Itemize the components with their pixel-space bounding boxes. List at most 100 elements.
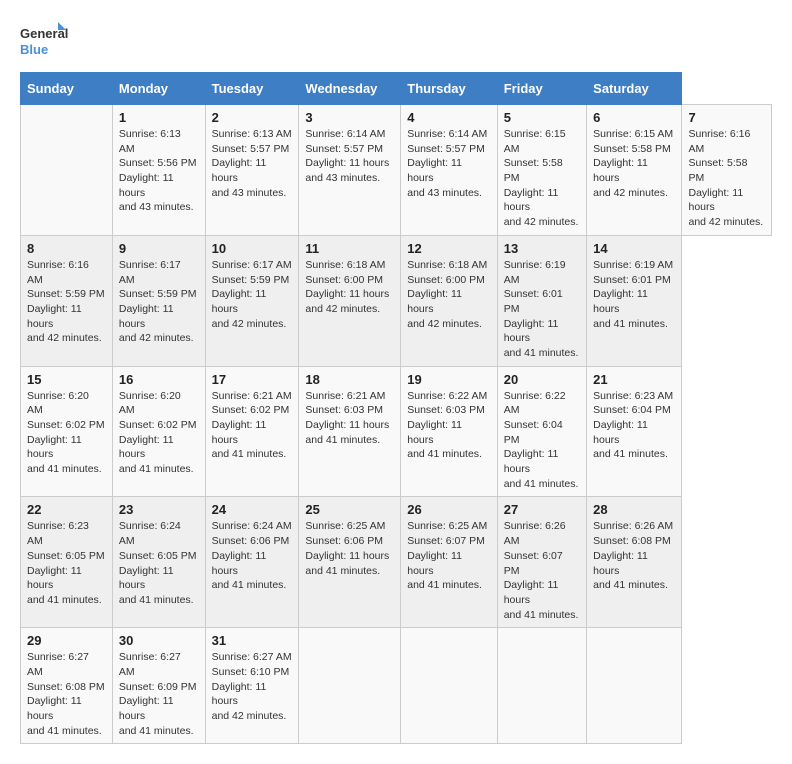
day-cell-26: 26 Sunrise: 6:25 AM Sunset: 6:07 PM Dayli… [401,497,497,628]
day-cell-5: 5 Sunrise: 6:15 AM Sunset: 5:58 PM Daylig… [497,105,586,236]
svg-text:Blue: Blue [20,42,48,57]
day-info: Sunrise: 6:21 AM Sunset: 6:03 PM Dayligh… [305,389,394,448]
day-cell-8: 8 Sunrise: 6:16 AM Sunset: 5:59 PM Daylig… [21,235,113,366]
calendar-table: SundayMondayTuesdayWednesdayThursdayFrid… [20,72,772,744]
day-info: Sunrise: 6:15 AM Sunset: 5:58 PM Dayligh… [593,127,675,200]
empty-cell [21,105,113,236]
day-cell-7: 7 Sunrise: 6:16 AM Sunset: 5:58 PM Daylig… [682,105,772,236]
day-info: Sunrise: 6:16 AM Sunset: 5:59 PM Dayligh… [27,258,106,346]
day-cell-18: 18 Sunrise: 6:21 AM Sunset: 6:03 PM Dayli… [299,366,401,497]
day-number: 22 [27,502,106,517]
day-cell-10: 10 Sunrise: 6:17 AM Sunset: 5:59 PM Dayli… [205,235,299,366]
day-cell-21: 21Sunrise: 6:23 AM Sunset: 6:04 PM Dayli… [587,366,682,497]
day-info: Sunrise: 6:20 AM Sunset: 6:02 PM Dayligh… [119,389,199,477]
empty-cell [299,628,401,744]
day-cell-11: 11 Sunrise: 6:18 AM Sunset: 6:00 PM Dayli… [299,235,401,366]
day-number: 26 [407,502,490,517]
day-number: 8 [27,241,106,256]
day-cell-28: 28 Sunrise: 6:26 AM Sunset: 6:08 PM Dayli… [587,497,682,628]
day-number: 19 [407,372,490,387]
day-info: Sunrise: 6:26 AM Sunset: 6:08 PM Dayligh… [593,519,675,592]
day-info: Sunrise: 6:17 AM Sunset: 5:59 PM Dayligh… [212,258,293,331]
day-info: Sunrise: 6:17 AM Sunset: 5:59 PM Dayligh… [119,258,199,346]
day-number: 2 [212,110,293,125]
day-cell-19: 19Sunrise: 6:22 AM Sunset: 6:03 PM Dayli… [401,366,497,497]
day-number: 31 [212,633,293,648]
day-number: 5 [504,110,580,125]
calendar-header-row: SundayMondayTuesdayWednesdayThursdayFrid… [21,73,772,105]
day-cell-13: 13 Sunrise: 6:19 AM Sunset: 6:01 PM Dayli… [497,235,586,366]
day-number: 12 [407,241,490,256]
day-info: Sunrise: 6:27 AM Sunset: 6:08 PM Dayligh… [27,650,106,738]
day-info: Sunrise: 6:18 AM Sunset: 6:00 PM Dayligh… [407,258,490,331]
day-cell-12: 12 Sunrise: 6:18 AM Sunset: 6:00 PM Dayli… [401,235,497,366]
logo: General Blue [20,20,70,62]
day-info: Sunrise: 6:24 AM Sunset: 6:06 PM Dayligh… [212,519,293,592]
day-cell-3: 3Sunrise: 6:14 AM Sunset: 5:57 PM Daylig… [299,105,401,236]
day-number: 4 [407,110,490,125]
day-cell-15: 15 Sunrise: 6:20 AM Sunset: 6:02 PM Dayli… [21,366,113,497]
logo-svg: General Blue [20,20,70,62]
day-number: 6 [593,110,675,125]
day-number: 30 [119,633,199,648]
day-number: 24 [212,502,293,517]
day-cell-30: 30 Sunrise: 6:27 AM Sunset: 6:09 PM Dayli… [112,628,205,744]
week-row-1: 1Sunrise: 6:13 AM Sunset: 5:56 PM Daylig… [21,105,772,236]
day-info: Sunrise: 6:13 AM Sunset: 5:57 PM Dayligh… [212,127,293,200]
header-sunday: Sunday [21,73,113,105]
week-row-3: 15 Sunrise: 6:20 AM Sunset: 6:02 PM Dayli… [21,366,772,497]
day-number: 15 [27,372,106,387]
day-info: Sunrise: 6:15 AM Sunset: 5:58 PM Dayligh… [504,127,580,230]
header-wednesday: Wednesday [299,73,401,105]
day-cell-2: 2 Sunrise: 6:13 AM Sunset: 5:57 PM Daylig… [205,105,299,236]
empty-cell [587,628,682,744]
day-number: 21 [593,372,675,387]
day-info: Sunrise: 6:26 AM Sunset: 6:07 PM Dayligh… [504,519,580,622]
day-info: Sunrise: 6:27 AM Sunset: 6:10 PM Dayligh… [212,650,293,723]
day-number: 17 [212,372,293,387]
day-info: Sunrise: 6:14 AM Sunset: 5:57 PM Dayligh… [407,127,490,200]
day-number: 10 [212,241,293,256]
day-cell-6: 6 Sunrise: 6:15 AM Sunset: 5:58 PM Daylig… [587,105,682,236]
day-info: Sunrise: 6:20 AM Sunset: 6:02 PM Dayligh… [27,389,106,477]
day-number: 29 [27,633,106,648]
page-header: General Blue [20,20,772,62]
day-info: Sunrise: 6:16 AM Sunset: 5:58 PM Dayligh… [688,127,765,230]
week-row-5: 29 Sunrise: 6:27 AM Sunset: 6:08 PM Dayli… [21,628,772,744]
day-cell-27: 27 Sunrise: 6:26 AM Sunset: 6:07 PM Dayli… [497,497,586,628]
day-cell-4: 4 Sunrise: 6:14 AM Sunset: 5:57 PM Daylig… [401,105,497,236]
day-cell-9: 9Sunrise: 6:17 AM Sunset: 5:59 PM Daylig… [112,235,205,366]
day-info: Sunrise: 6:23 AM Sunset: 6:05 PM Dayligh… [27,519,106,607]
day-number: 18 [305,372,394,387]
day-info: Sunrise: 6:24 AM Sunset: 6:05 PM Dayligh… [119,519,199,607]
day-number: 7 [688,110,765,125]
day-info: Sunrise: 6:19 AM Sunset: 6:01 PM Dayligh… [504,258,580,361]
week-row-2: 8 Sunrise: 6:16 AM Sunset: 5:59 PM Daylig… [21,235,772,366]
day-cell-23: 23 Sunrise: 6:24 AM Sunset: 6:05 PM Dayli… [112,497,205,628]
empty-cell [401,628,497,744]
day-cell-20: 20Sunrise: 6:22 AM Sunset: 6:04 PM Dayli… [497,366,586,497]
day-number: 14 [593,241,675,256]
header-saturday: Saturday [587,73,682,105]
day-info: Sunrise: 6:14 AM Sunset: 5:57 PM Dayligh… [305,127,394,186]
day-cell-17: 17 Sunrise: 6:21 AM Sunset: 6:02 PM Dayli… [205,366,299,497]
day-info: Sunrise: 6:25 AM Sunset: 6:07 PM Dayligh… [407,519,490,592]
day-info: Sunrise: 6:27 AM Sunset: 6:09 PM Dayligh… [119,650,199,738]
day-cell-14: 14 Sunrise: 6:19 AM Sunset: 6:01 PM Dayli… [587,235,682,366]
day-info: Sunrise: 6:18 AM Sunset: 6:00 PM Dayligh… [305,258,394,317]
day-info: Sunrise: 6:19 AM Sunset: 6:01 PM Dayligh… [593,258,675,331]
header-tuesday: Tuesday [205,73,299,105]
day-number: 13 [504,241,580,256]
day-info: Sunrise: 6:25 AM Sunset: 6:06 PM Dayligh… [305,519,394,578]
day-number: 23 [119,502,199,517]
day-number: 1 [119,110,199,125]
day-info: Sunrise: 6:21 AM Sunset: 6:02 PM Dayligh… [212,389,293,462]
day-number: 28 [593,502,675,517]
day-cell-16: 16 Sunrise: 6:20 AM Sunset: 6:02 PM Dayli… [112,366,205,497]
day-number: 11 [305,241,394,256]
day-number: 27 [504,502,580,517]
day-cell-22: 22 Sunrise: 6:23 AM Sunset: 6:05 PM Dayli… [21,497,113,628]
day-number: 20 [504,372,580,387]
day-cell-24: 24 Sunrise: 6:24 AM Sunset: 6:06 PM Dayli… [205,497,299,628]
day-number: 16 [119,372,199,387]
